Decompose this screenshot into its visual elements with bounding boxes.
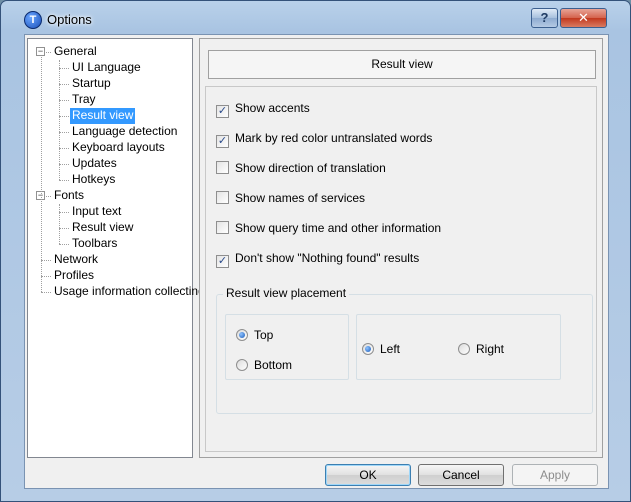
tree-item[interactable]: Usage information collecting [52,284,207,300]
horizontal-placement-box: Left Right [356,314,561,380]
checkbox-label: Show accents [235,101,310,115]
radio-dot-icon [365,346,371,352]
radio-label: Bottom [254,358,293,372]
checkbox-label: Don't show "Nothing found" results [235,251,420,265]
checkbox-box[interactable]: ✓ [216,255,229,268]
panel-header: Result view [208,50,596,79]
tree-item[interactable]: Updates [70,156,119,172]
placement-bottom-radio[interactable]: Bottom [236,358,292,374]
tree-connector-line [41,260,51,261]
tree-connector-line [46,196,51,197]
tree-connector-line [59,116,69,117]
tree-item[interactable]: Fonts [52,188,86,204]
panel-body: Result view placement Top Bottom Left Righ… [205,86,597,452]
tree-connector-line [46,52,51,53]
tree-connector-line [59,244,69,245]
checkbox-box[interactable] [216,221,229,234]
radio-button[interactable] [362,343,374,355]
show-accents-checkbox[interactable]: ✓ Show accents [216,101,310,118]
tree-item[interactable]: General [52,44,99,60]
tree-connector-line [59,180,69,181]
tree-connector-line [59,132,69,133]
dialog-client-area: General − UI Language Startup Tray Result vie… [24,34,609,489]
close-button[interactable]: ✕ [560,8,607,28]
checkbox-label: Show names of services [235,191,366,205]
radio-label: Top [254,328,274,342]
check-mark-icon: ✓ [217,105,228,117]
radio-button[interactable] [236,359,248,371]
placement-left-radio[interactable]: Left [362,342,400,358]
checkbox-box[interactable]: ✓ [216,105,229,118]
tree-connector-line [59,204,60,244]
result-view-placement-group: Result view placement Top Bottom Left Righ… [216,286,593,414]
radio-button[interactable] [458,343,470,355]
tree-connector-line [59,164,69,165]
tree-connector-line [41,292,51,293]
checkbox-box[interactable]: ✓ [216,135,229,148]
tree-connector-line [59,68,69,69]
placement-top-radio[interactable]: Top [236,328,273,344]
settings-panel: Result view Result view placement Top Bot… [199,38,603,458]
radio-label: Left [380,342,401,356]
dont-show-nothing-found-checkbox[interactable]: ✓ Don't show "Nothing found" results [216,251,420,268]
tree-item[interactable]: Network [52,252,100,268]
tree-item[interactable]: Language detection [70,124,179,140]
group-title: Result view placement [223,286,350,300]
radio-button[interactable] [236,329,248,341]
placement-right-radio[interactable]: Right [458,342,504,358]
app-icon: T [24,11,42,29]
checkbox-box[interactable] [216,161,229,174]
tree-connector-line [59,60,60,180]
tree-item[interactable]: Input text [70,204,123,220]
tree-item[interactable]: Result view [70,108,136,124]
checkbox-label: Show query time and other information [235,221,442,235]
apply-button: Apply [512,464,598,486]
tree-connector-line [59,148,69,149]
radio-dot-icon [239,332,245,338]
tree-item[interactable]: Toolbars [70,236,119,252]
tree-connector-line [41,57,42,292]
tree-connector-line [59,84,69,85]
help-button[interactable]: ? [531,8,558,28]
tree-connector-line [41,276,51,277]
window-title: Options [47,12,92,27]
ok-button[interactable]: OK [325,464,411,486]
show-service-names-checkbox[interactable]: Show names of services [216,191,365,207]
show-query-time-checkbox[interactable]: Show query time and other information [216,221,441,237]
check-mark-icon: ✓ [217,135,228,147]
vertical-placement-box: Top Bottom [225,314,349,380]
checkbox-label: Mark by red color untranslated words [235,131,433,145]
tree-item[interactable]: UI Language [70,60,143,76]
options-window: T Options ? ✕ General − UI Language Startup… [0,0,631,502]
tree-connector-line [59,100,69,101]
tree-connector-line [59,228,69,229]
mark-untranslated-checkbox[interactable]: ✓ Mark by red color untranslated words [216,131,433,148]
tree-item[interactable]: Tray [70,92,98,108]
tree-item[interactable]: Hotkeys [70,172,117,188]
tree-item[interactable]: Keyboard layouts [70,140,167,156]
check-mark-icon: ✓ [217,255,228,267]
tree-item[interactable]: Profiles [52,268,96,284]
tree-item[interactable]: Result view [70,220,135,236]
show-direction-checkbox[interactable]: Show direction of translation [216,161,386,177]
collapse-icon[interactable]: − [36,47,45,56]
checkbox-label: Show direction of translation [235,161,386,175]
options-tree[interactable]: General − UI Language Startup Tray Result vie… [27,38,205,458]
cancel-button[interactable]: Cancel [418,464,504,486]
title-bar[interactable]: T Options ? ✕ [1,1,630,33]
checkbox-box[interactable] [216,191,229,204]
radio-label: Right [476,342,505,356]
tree-item[interactable]: Startup [70,76,113,92]
tree-connector-line [59,212,69,213]
